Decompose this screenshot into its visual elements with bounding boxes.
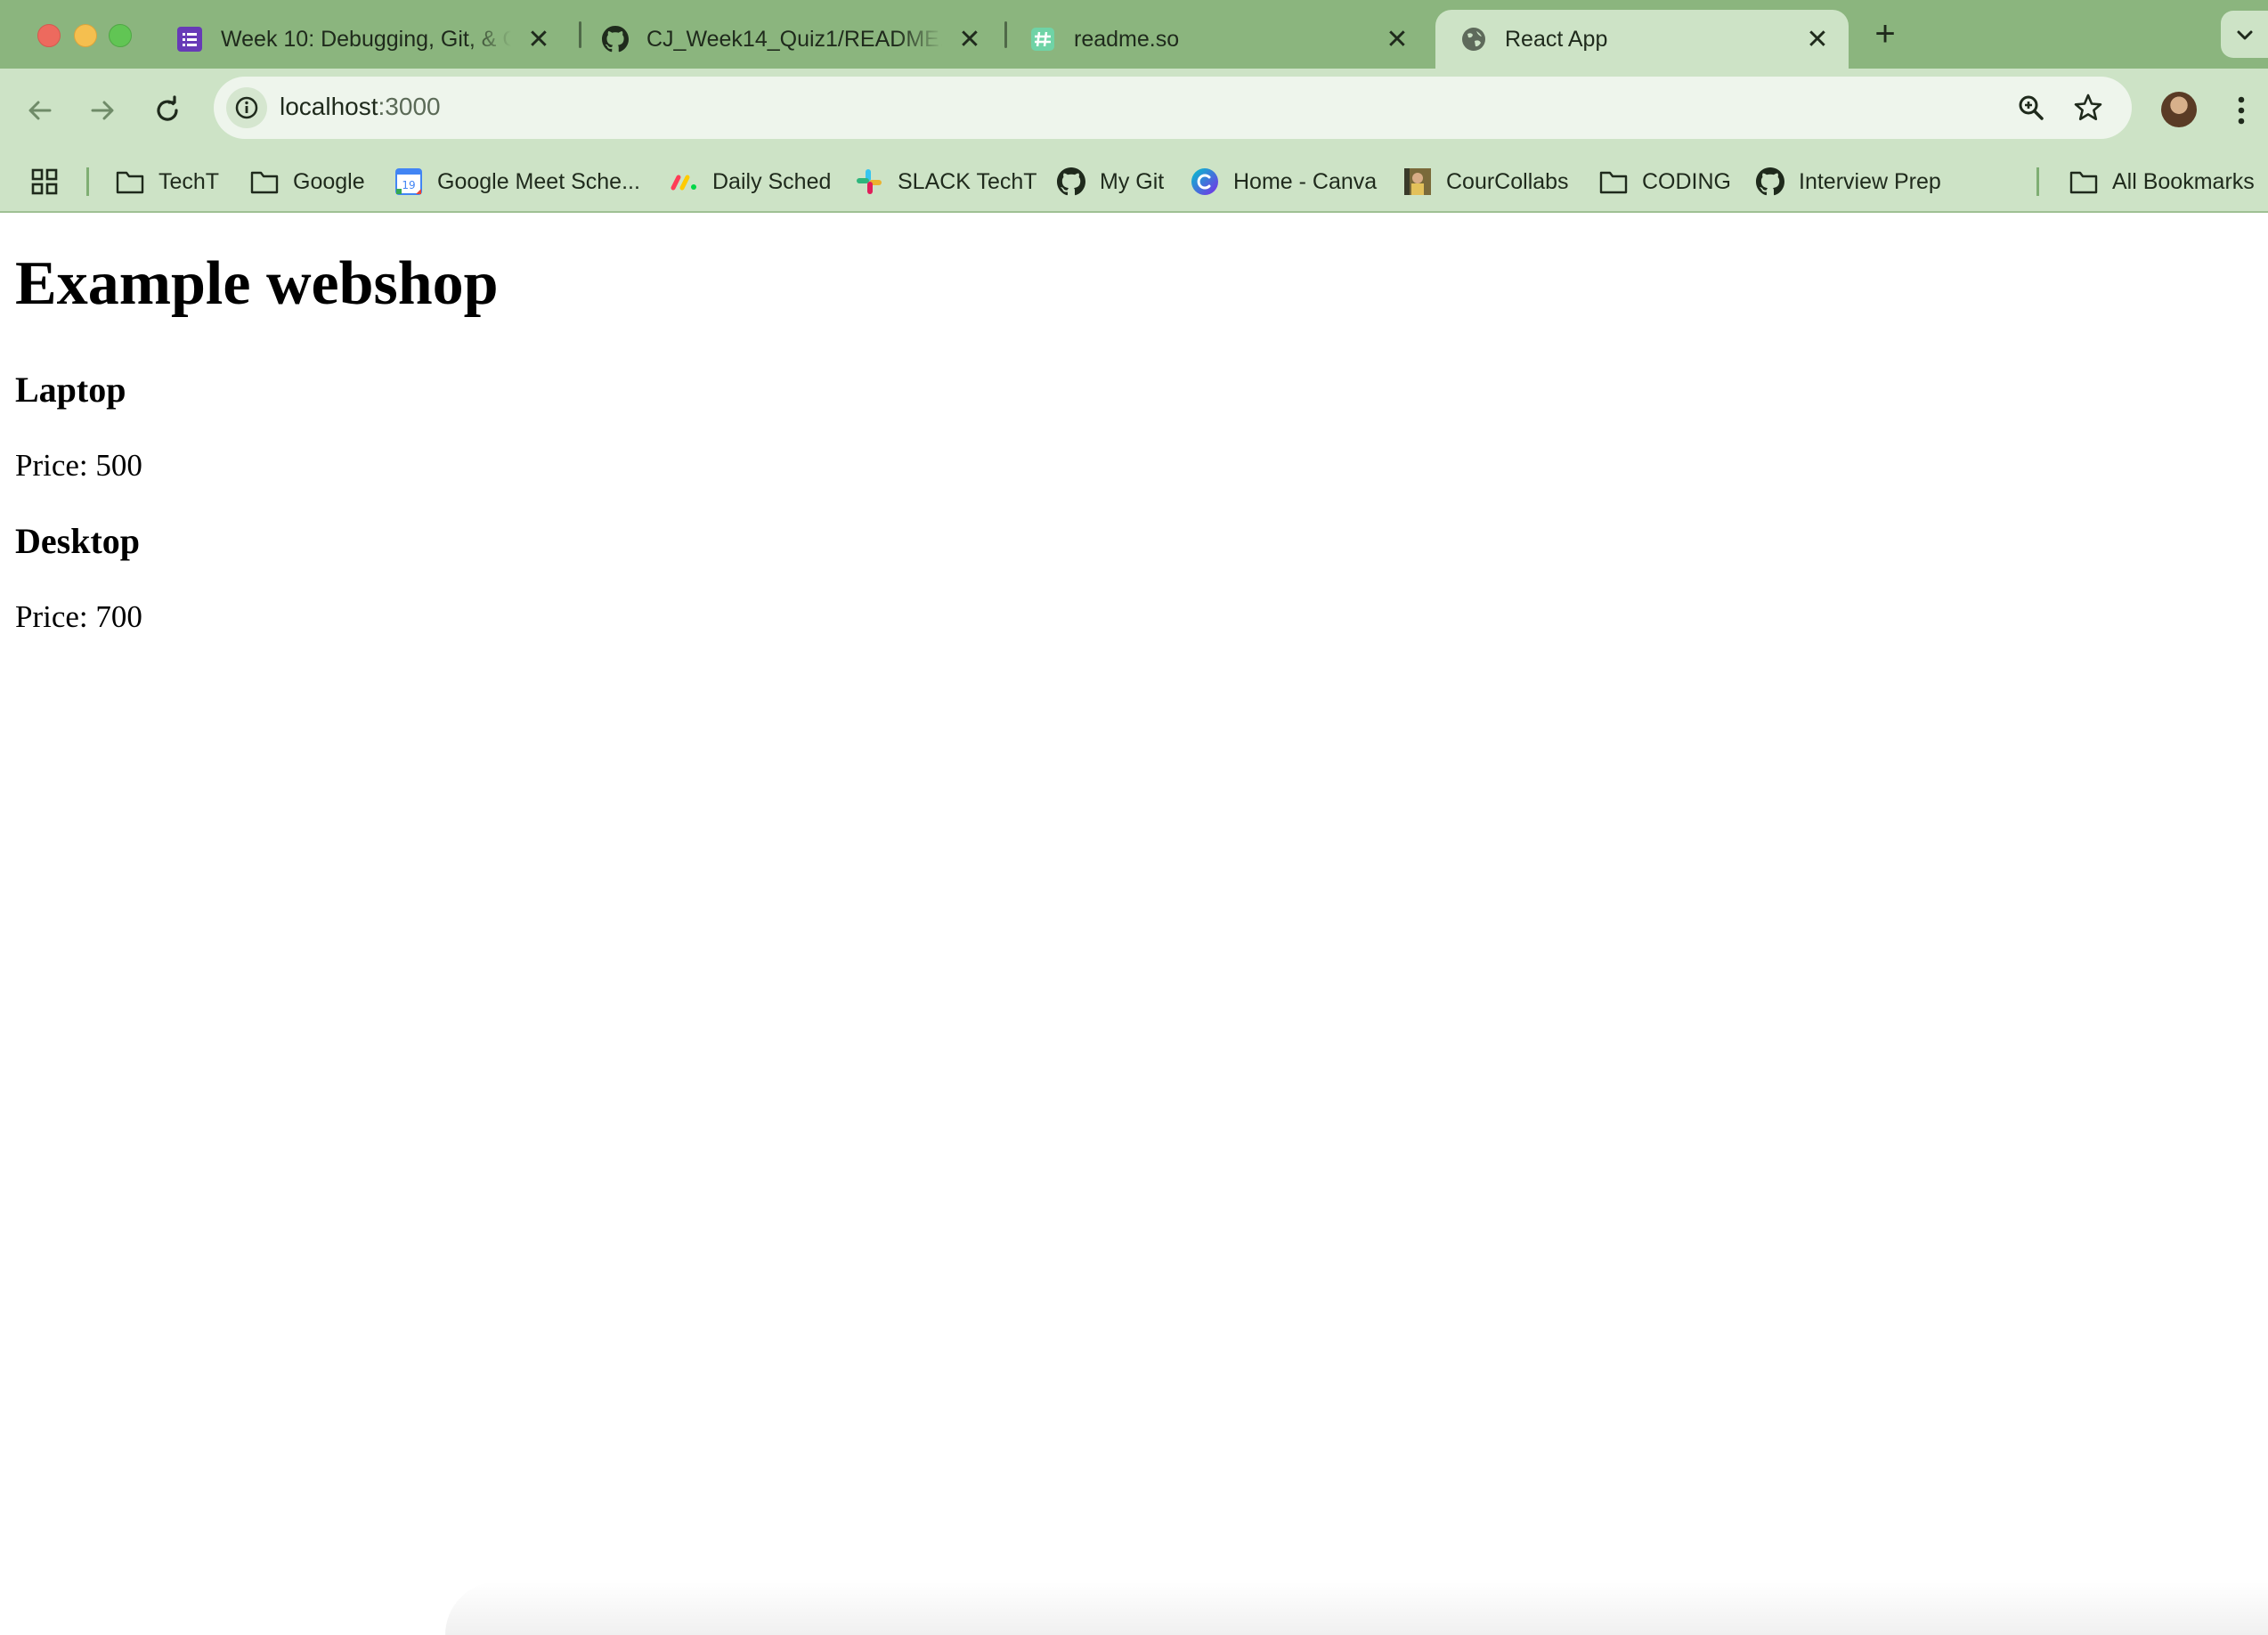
bookmark-label: Daily Sched — [712, 168, 832, 194]
new-tab-button[interactable]: + — [1867, 16, 1903, 52]
browser-menu-button[interactable] — [2226, 88, 2256, 133]
product-name: Desktop — [15, 521, 141, 561]
browser-tab[interactable]: CJ_Week14_Quiz1/README.m ✕ — [577, 10, 1001, 69]
chevron-down-icon — [2237, 30, 2252, 39]
photo-icon — [1403, 167, 1432, 196]
tab-search-button[interactable] — [2221, 11, 2268, 58]
product-price: Price: 700 — [15, 599, 142, 634]
more-vert-icon — [2238, 96, 2245, 125]
page-title: Example webshop — [15, 249, 499, 318]
profile-avatar[interactable] — [2161, 92, 2197, 127]
product-name: Laptop — [15, 370, 126, 410]
tab-title: CJ_Week14_Quiz1/README.m — [646, 26, 942, 52]
back-button[interactable] — [20, 90, 61, 131]
bookmark-label: Home - Canva — [1233, 168, 1378, 194]
bookmark-label: TechT — [159, 168, 220, 194]
arrow-left-icon — [28, 101, 52, 120]
apps-grid-icon — [31, 168, 58, 195]
close-tab-icon[interactable]: ✕ — [1384, 25, 1410, 54]
bookmark-label: Google Meet Sche... — [437, 168, 640, 194]
url-host: localhost — [280, 93, 378, 120]
globe-icon — [1460, 26, 1487, 53]
close-tab-icon[interactable]: ✕ — [1804, 25, 1831, 54]
bookmarks-bar: TechT Google 19 Google Meet Sche... Dail… — [0, 152, 2268, 213]
calendar-icon: 19 — [394, 167, 423, 196]
canva-icon — [1191, 167, 1219, 196]
info-icon — [235, 96, 258, 119]
bookmark-techt[interactable]: TechT — [116, 152, 219, 211]
url-text[interactable]: localhost:3000 — [280, 93, 441, 121]
bookmarks-divider — [2036, 167, 2039, 196]
all-bookmarks-label: All Bookmarks — [2112, 168, 2255, 194]
window-minimize-button[interactable] — [74, 24, 97, 47]
browser-tab-active[interactable]: React App ✕ — [1435, 10, 1849, 69]
reload-button[interactable] — [147, 90, 188, 131]
reload-icon — [157, 95, 178, 121]
zoom-icon — [2019, 95, 2044, 120]
monday-icon — [670, 167, 698, 196]
bookmark-label: SLACK TechT — [898, 168, 1037, 194]
zoom-button[interactable] — [2012, 89, 2050, 126]
window-close-button[interactable] — [37, 24, 61, 47]
slack-icon — [855, 167, 883, 196]
folder-icon — [2069, 167, 2098, 196]
bookmark-label: CourCollabs — [1446, 168, 1569, 194]
bookmark-google[interactable]: Google — [250, 152, 365, 211]
bookmark-home-canva[interactable]: Home - Canva — [1191, 152, 1377, 211]
bookmark-google-meet[interactable]: 19 Google Meet Sche... — [394, 152, 640, 211]
close-tab-icon[interactable]: ✕ — [956, 25, 983, 54]
bookmark-coding[interactable]: CODING — [1599, 152, 1731, 211]
tab-title: React App — [1505, 26, 1608, 52]
bookmark-slack-techt[interactable]: SLACK TechT — [855, 152, 1037, 211]
browser-toolbar: localhost:3000 — [0, 69, 2268, 152]
bookmark-daily-sched[interactable]: Daily Sched — [670, 152, 831, 211]
bookmark-label: Google — [293, 168, 365, 194]
bookmark-label: CODING — [1642, 168, 1731, 194]
github-icon — [1057, 167, 1085, 196]
address-bar[interactable]: localhost:3000 — [214, 77, 2132, 139]
bookmark-my-git[interactable]: My Git — [1057, 152, 1164, 211]
product-price: Price: 500 — [15, 448, 142, 483]
tab-title: Week 10: Debugging, Git, & G — [221, 26, 511, 52]
bookmark-courcollabs[interactable]: CourCollabs — [1403, 152, 1569, 211]
folder-icon — [116, 167, 144, 196]
form-icon — [176, 26, 203, 53]
bookmark-star-button[interactable] — [2069, 89, 2107, 126]
all-bookmarks-button[interactable]: All Bookmarks — [2069, 152, 2255, 211]
folder-icon — [250, 167, 279, 196]
bottom-shadow — [445, 1582, 2268, 1635]
url-port: :3000 — [378, 93, 441, 120]
bookmark-label: Interview Prep — [1799, 168, 1941, 194]
github-icon — [1756, 167, 1784, 196]
forward-button[interactable] — [82, 90, 123, 131]
readme-icon — [1029, 26, 1056, 53]
window-maximize-button[interactable] — [109, 24, 132, 47]
folder-icon — [1599, 167, 1628, 196]
close-tab-icon[interactable]: ✕ — [525, 25, 552, 54]
browser-tab[interactable]: Week 10: Debugging, Git, & G ✕ — [151, 10, 570, 69]
svg-text:19: 19 — [402, 179, 415, 191]
star-icon — [2074, 94, 2102, 120]
github-icon — [602, 26, 629, 53]
tab-strip: Week 10: Debugging, Git, & G ✕ CJ_Week14… — [0, 0, 2268, 69]
site-info-button[interactable] — [226, 87, 267, 128]
arrow-right-icon — [91, 101, 114, 120]
tab-title: readme.so — [1074, 26, 1180, 52]
bookmark-interview-prep[interactable]: Interview Prep — [1756, 152, 1941, 211]
browser-tab[interactable]: readme.so ✕ — [1004, 10, 1428, 69]
apps-button[interactable] — [30, 152, 59, 211]
page-content: Example webshop Laptop Price: 500 Deskto… — [0, 213, 2268, 1635]
bookmark-label: My Git — [1100, 168, 1165, 194]
bookmarks-divider — [86, 167, 89, 196]
